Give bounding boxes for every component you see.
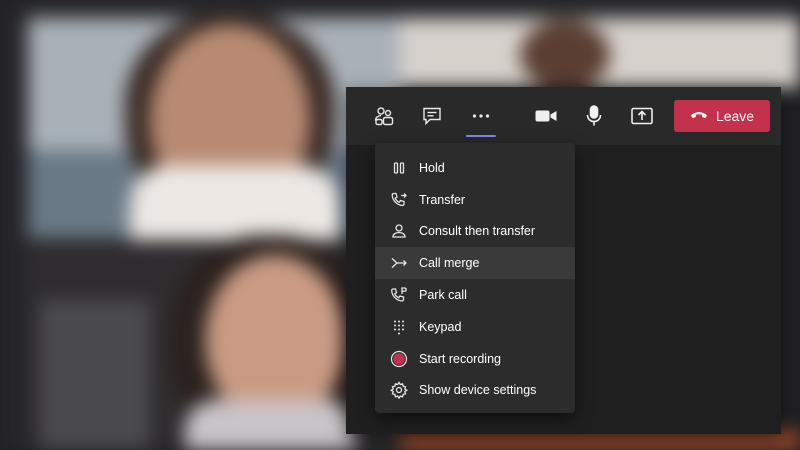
chat-icon [421, 105, 443, 127]
hang-up-icon [690, 108, 708, 124]
menu-item-consult-then-transfer[interactable]: Consult then transfer [375, 216, 575, 248]
show-participants-button[interactable] [367, 99, 401, 133]
meeting-window: Leave Hold Transfer Consult then transfe… [0, 0, 800, 450]
consult-icon [389, 221, 409, 241]
menu-item-label: Show device settings [419, 383, 537, 398]
more-actions-button[interactable] [464, 99, 498, 133]
keypad-icon [389, 317, 409, 337]
menu-item-label: Consult then transfer [419, 224, 536, 239]
meeting-toolbar: Leave [346, 87, 781, 145]
menu-item-park-call[interactable]: Park call [375, 279, 575, 311]
record-icon [389, 349, 409, 369]
gear-icon [389, 380, 409, 400]
menu-item-call-merge[interactable]: Call merge [375, 247, 575, 280]
merge-icon [389, 253, 409, 273]
menu-item-label: Call merge [419, 256, 480, 271]
microphone-toggle-button[interactable] [577, 99, 611, 133]
menu-item-label: Transfer [419, 192, 466, 207]
leave-button[interactable]: Leave [674, 100, 770, 132]
menu-item-show-device-settings[interactable]: Show device settings [375, 375, 575, 407]
park-call-icon [389, 285, 409, 305]
people-icon [373, 105, 395, 127]
menu-item-label: Park call [419, 288, 467, 303]
video-camera-icon [534, 105, 558, 127]
menu-item-start-recording[interactable]: Start recording [375, 343, 575, 375]
active-tab-indicator [466, 135, 496, 137]
share-screen-icon [630, 105, 654, 127]
menu-item-hold[interactable]: Hold [375, 152, 575, 184]
more-actions-icon [470, 105, 492, 127]
menu-item-label: Start recording [419, 351, 501, 366]
menu-item-label: Hold [419, 160, 445, 175]
menu-item-transfer[interactable]: Transfer [375, 184, 575, 216]
menu-item-keypad[interactable]: Keypad [375, 311, 575, 343]
camera-toggle-button[interactable] [529, 99, 563, 133]
more-actions-menu: Hold Transfer Consult then transfer Call… [375, 143, 575, 413]
share-screen-button[interactable] [625, 99, 659, 133]
microphone-icon [583, 104, 605, 128]
pause-icon [389, 158, 409, 178]
show-conversation-button[interactable] [415, 99, 449, 133]
menu-item-label: Keypad [419, 319, 462, 334]
transfer-call-icon [389, 190, 409, 210]
leave-label: Leave [715, 108, 755, 124]
